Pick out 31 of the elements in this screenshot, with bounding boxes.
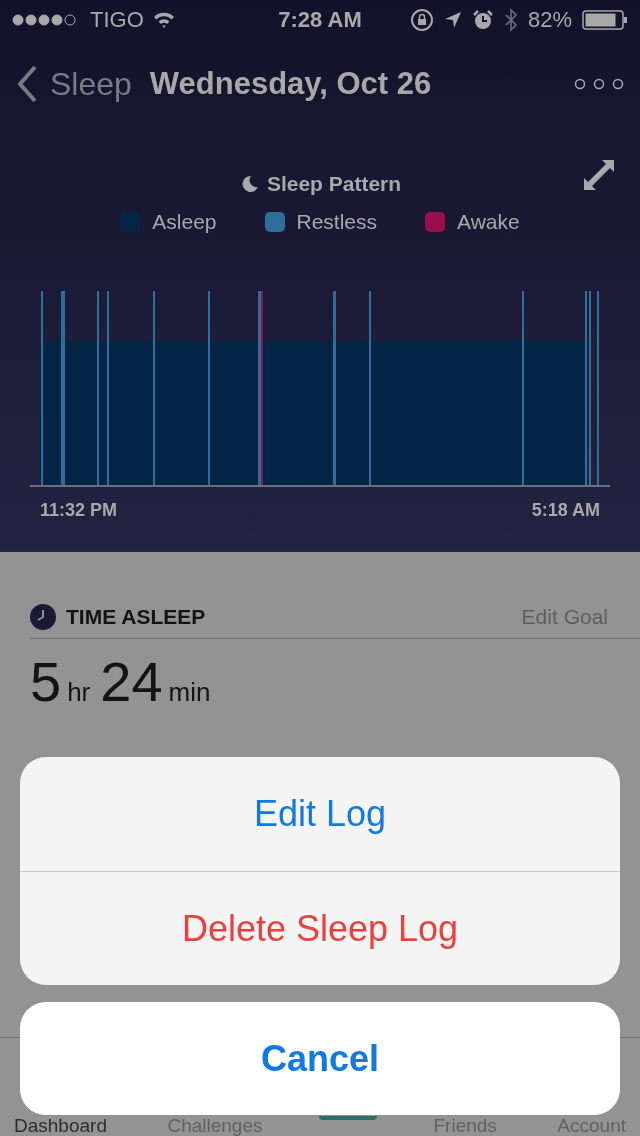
legend-label: Restless bbox=[296, 210, 378, 234]
more-icon bbox=[574, 78, 624, 90]
expand-button[interactable] bbox=[582, 158, 616, 192]
minutes-value: 24 bbox=[100, 649, 163, 714]
battery-percent: 82% bbox=[527, 7, 572, 33]
carrier-name: TIGO bbox=[90, 7, 144, 33]
bluetooth-icon bbox=[503, 8, 518, 32]
start-time: 11:32 PM bbox=[40, 500, 118, 521]
chevron-icon bbox=[16, 65, 38, 103]
alarm-clock-icon bbox=[471, 9, 494, 31]
location-arrow-icon bbox=[443, 11, 462, 29]
chart-title: Sleep Pattern bbox=[266, 172, 402, 196]
section-title: TIME ASLEEP bbox=[66, 605, 207, 629]
minutes-unit: min bbox=[168, 677, 211, 708]
legend-label: Awake bbox=[457, 210, 520, 234]
battery-icon bbox=[582, 10, 628, 30]
action-button[interactable]: Edit Log bbox=[20, 757, 620, 871]
cancel-button[interactable]: Cancel bbox=[20, 1002, 620, 1115]
back-button[interactable]: Sleep bbox=[16, 65, 132, 103]
expand-icon bbox=[582, 158, 616, 192]
action-button[interactable]: Delete Sleep Log bbox=[20, 871, 620, 985]
rotation-lock-icon bbox=[409, 8, 434, 32]
more-button[interactable] bbox=[574, 78, 624, 90]
clock-icon bbox=[30, 604, 56, 630]
status-time: 7:28 AM bbox=[278, 7, 362, 33]
hours-value: 5 bbox=[30, 649, 62, 714]
legend-label: Asleep bbox=[152, 210, 217, 234]
end-time: 5:18 AM bbox=[531, 500, 600, 521]
hours-unit: hr bbox=[67, 677, 91, 708]
tab-item[interactable]: Dashboard bbox=[10, 1116, 111, 1136]
date-title: Wednesday, Oct 26 bbox=[149, 66, 433, 102]
